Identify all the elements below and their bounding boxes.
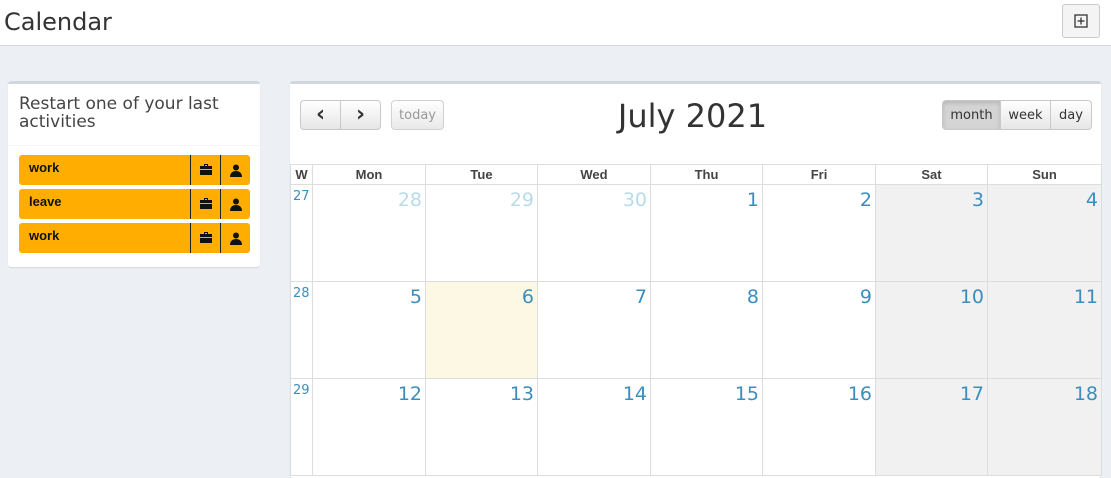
activity-item[interactable]: work	[19, 223, 250, 253]
user-icon[interactable]	[220, 223, 250, 253]
day-cell[interactable]: 16	[762, 378, 876, 476]
briefcase-icon[interactable]	[190, 189, 220, 219]
week-row: 27 28 29 30 1 2 3 4	[290, 184, 1102, 282]
chevron-left-icon: ‹	[315, 102, 326, 127]
day-header: Tue	[425, 164, 538, 185]
page-title: Calendar	[4, 8, 112, 36]
day-cell[interactable]: 2	[762, 184, 876, 282]
day-cell[interactable]: 18	[987, 378, 1102, 476]
calendar-title: July 2021	[617, 97, 768, 135]
day-cell[interactable]: 9	[762, 281, 876, 379]
day-cell[interactable]: 29	[425, 184, 538, 282]
recent-activities-header: Restart one of your last activities	[8, 84, 260, 146]
next-month-button[interactable]: ›	[340, 100, 381, 130]
user-icon[interactable]	[220, 155, 250, 185]
day-cell[interactable]: 12	[312, 378, 426, 476]
day-cell[interactable]: 28	[312, 184, 426, 282]
plus-square-icon	[1074, 14, 1088, 28]
day-header: Sun	[987, 164, 1102, 185]
add-button[interactable]	[1062, 4, 1100, 38]
day-header-row: W Mon Tue Wed Thu Fri Sat Sun	[290, 164, 1102, 185]
day-cell[interactable]: 4	[987, 184, 1102, 282]
week-row: 29 12 13 14 15 16 17 18	[290, 378, 1102, 476]
activity-label[interactable]: work	[19, 155, 190, 185]
day-cell[interactable]: 13	[425, 378, 538, 476]
day-cell[interactable]: 7	[537, 281, 651, 379]
week-number-header: W	[290, 164, 313, 185]
day-cell[interactable]: 10	[875, 281, 988, 379]
day-cell[interactable]: 3	[875, 184, 988, 282]
week-number[interactable]: 27	[290, 184, 313, 282]
day-cell-today[interactable]: 6	[425, 281, 538, 379]
prev-month-button[interactable]: ‹	[300, 100, 341, 130]
activity-item[interactable]: work	[19, 155, 250, 185]
top-bar: Calendar	[0, 0, 1111, 46]
user-icon[interactable]	[220, 189, 250, 219]
recent-activities-title: Restart one of your last activities	[19, 94, 219, 132]
day-header: Fri	[762, 164, 876, 185]
month-grid: W Mon Tue Wed Thu Fri Sat Sun 27 28 29 3…	[290, 164, 1102, 476]
week-number[interactable]: 28	[290, 281, 313, 379]
view-month-button[interactable]: month	[942, 100, 1001, 130]
day-cell[interactable]: 11	[987, 281, 1102, 379]
view-week-button[interactable]: week	[1000, 100, 1051, 130]
recent-activities-panel: Restart one of your last activities work…	[8, 81, 260, 267]
chevron-right-icon: ›	[355, 102, 366, 127]
day-cell[interactable]: 8	[650, 281, 763, 379]
view-day-button[interactable]: day	[1050, 100, 1092, 130]
day-cell[interactable]: 1	[650, 184, 763, 282]
calendar-panel: ‹ › today July 2021 month week day W Mon…	[290, 81, 1102, 478]
activity-label[interactable]: leave	[19, 189, 190, 219]
day-cell[interactable]: 30	[537, 184, 651, 282]
today-button[interactable]: today	[391, 100, 444, 130]
activity-item[interactable]: leave	[19, 189, 250, 219]
briefcase-icon[interactable]	[190, 223, 220, 253]
day-cell[interactable]: 14	[537, 378, 651, 476]
week-row: 28 5 6 7 8 9 10 11	[290, 281, 1102, 379]
day-cell[interactable]: 5	[312, 281, 426, 379]
day-header: Sat	[875, 164, 988, 185]
day-header: Mon	[312, 164, 426, 185]
day-header: Wed	[537, 164, 651, 185]
day-header: Thu	[650, 164, 763, 185]
activity-label[interactable]: work	[19, 223, 190, 253]
day-cell[interactable]: 17	[875, 378, 988, 476]
day-cell[interactable]: 15	[650, 378, 763, 476]
week-number[interactable]: 29	[290, 378, 313, 476]
briefcase-icon[interactable]	[190, 155, 220, 185]
